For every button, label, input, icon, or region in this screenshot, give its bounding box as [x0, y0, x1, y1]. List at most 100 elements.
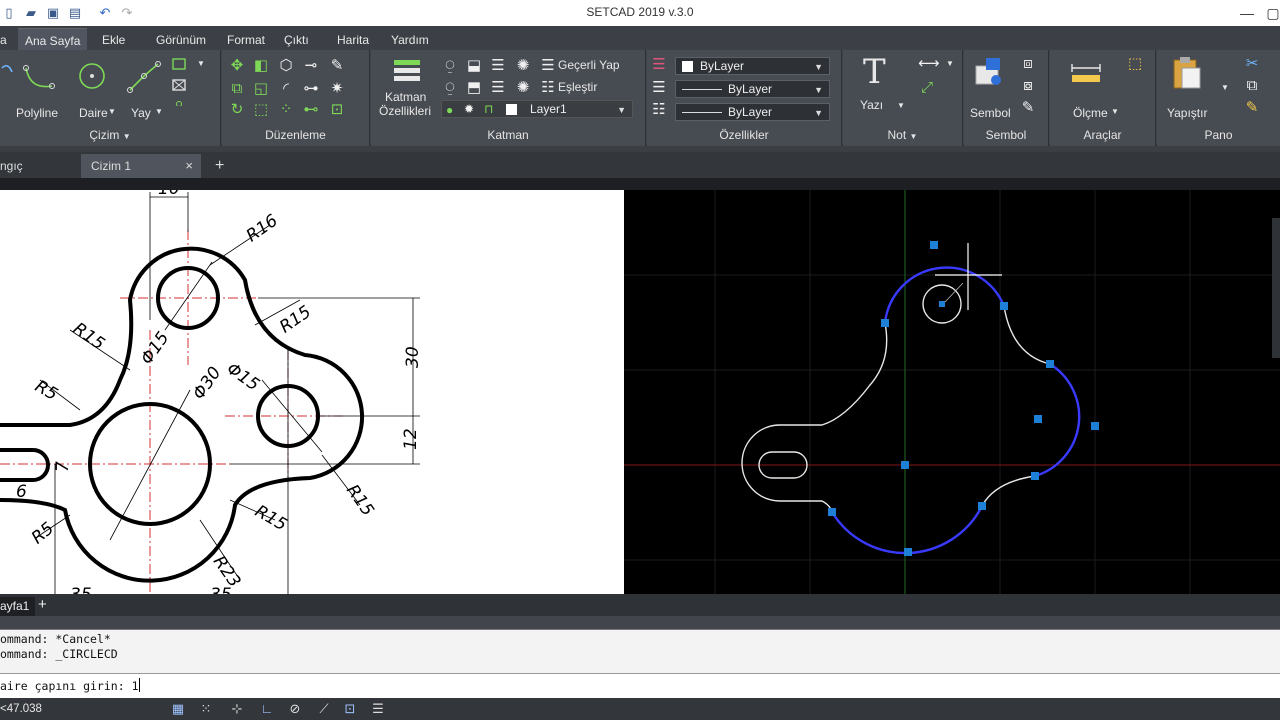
lineweight-dropdown[interactable]: ByLayer ▼ [675, 103, 830, 121]
layer-lock-icon[interactable]: ✺ [514, 80, 532, 96]
join-icon[interactable]: ⊡ [328, 102, 346, 118]
outline-curve[interactable] [981, 475, 1036, 507]
yapistir-button[interactable]: Yapıştır [1167, 106, 1207, 120]
measure-icon[interactable] [1070, 62, 1102, 84]
text-tool-icon[interactable]: T [863, 54, 886, 90]
gecerli-yap-button[interactable]: Geçerli Yap [558, 58, 620, 72]
sembol-button[interactable]: Sembol [970, 106, 1011, 120]
layer-freeze-icon[interactable]: ⬓ [465, 58, 483, 74]
layer-walk-icon[interactable]: ⬒ [465, 80, 483, 96]
stretch-icon[interactable]: ◱ [252, 81, 270, 97]
katman-ozellikleri-label-2[interactable]: Özellikleri [379, 104, 431, 118]
menu-item-ekle[interactable]: Ekle [102, 33, 125, 47]
layer-state-icon[interactable]: ⍜ [441, 58, 459, 74]
eslestir-icon[interactable]: ☷ [539, 80, 557, 96]
infer-icon[interactable]: ⊹ [228, 701, 246, 717]
explode-icon[interactable]: ✷ [328, 81, 346, 97]
add-tab-button[interactable]: + [205, 154, 224, 178]
maximize-icon[interactable]: ▢ [1258, 2, 1280, 24]
panel-title-katman[interactable]: Katman [371, 128, 645, 144]
polyline-button[interactable]: Polyline [16, 106, 58, 120]
rotate-icon[interactable]: ↻ [228, 102, 246, 118]
fillet-icon[interactable]: ◜ [277, 81, 295, 97]
block-insert-icon[interactable] [972, 56, 1006, 90]
copy-clip-icon[interactable]: ⧉ [1243, 78, 1261, 94]
trim-icon[interactable]: ⊸ [302, 58, 320, 74]
dimension-linear-icon[interactable]: ⟷ [918, 56, 940, 72]
daire-button[interactable]: Daire [79, 106, 108, 120]
color-dropdown[interactable]: ByLayer ▼ [675, 57, 830, 75]
drawing-canvas[interactable] [624, 190, 1280, 594]
splitter[interactable] [0, 616, 1280, 630]
outline-curve[interactable] [741, 322, 888, 513]
panel-title-not[interactable]: Not ▼ [843, 128, 962, 144]
panel-title-pano[interactable]: Pano [1157, 128, 1280, 144]
yazi-button[interactable]: Yazı [860, 98, 883, 112]
chevron-down-icon[interactable]: ▼ [155, 107, 163, 116]
add-layout-button[interactable]: + [38, 596, 47, 613]
block-editor-icon[interactable]: ✎ [1019, 100, 1037, 116]
layer-isolate-icon[interactable]: ✺ [514, 58, 532, 74]
layer-merge-icon[interactable]: ☰ [489, 80, 507, 96]
chevron-down-icon[interactable]: ▼ [946, 59, 954, 68]
menu-item-truncated[interactable]: a [0, 33, 7, 47]
panel-title-cizim[interactable]: Çizim ▼ [0, 128, 220, 144]
menu-item-cikti[interactable]: Çıktı [284, 33, 309, 47]
array-icon[interactable]: ⁘ [277, 102, 295, 118]
menu-item-harita[interactable]: Harita [337, 33, 369, 47]
arc-selected[interactable] [883, 266, 1006, 324]
panel-title-araclar[interactable]: Araçlar [1050, 128, 1155, 144]
erase-icon[interactable]: ✎ [328, 58, 346, 74]
menu-item-gorunum[interactable]: Görünüm [156, 33, 206, 47]
leader-icon[interactable]: ⤢ [918, 80, 936, 96]
match-properties-icon[interactable]: ✎ [1243, 100, 1261, 116]
panel-title-duzenleme[interactable]: Düzenleme [222, 128, 369, 144]
model-space[interactable] [624, 190, 1280, 594]
chevron-down-icon[interactable]: ▼ [1111, 107, 1119, 116]
object-snap-icon[interactable]: ⊡ [341, 701, 359, 717]
extend-icon[interactable]: ⊶ [302, 81, 320, 97]
chevron-down-icon[interactable]: ▼ [1221, 83, 1229, 92]
lineweight-toggle-icon[interactable]: ☰ [369, 701, 387, 717]
cut-icon[interactable]: ✂ [1243, 56, 1261, 72]
move-icon[interactable]: ✥ [228, 58, 246, 74]
layer-list-icon[interactable]: ☰ [489, 58, 507, 74]
menu-item-format[interactable]: Format [227, 33, 265, 47]
command-input[interactable]: aire çapını girin: 1 [0, 674, 1280, 698]
snap-icon[interactable]: ⁙ [197, 701, 215, 717]
isodraft-icon[interactable]: ⟋ [315, 701, 333, 717]
yay-button[interactable]: Yay [131, 106, 151, 120]
tab-cizim-1[interactable]: Cizim 1 × [81, 154, 201, 178]
paste-icon[interactable] [1171, 56, 1203, 90]
offset-icon[interactable]: ⬡ [277, 58, 295, 74]
olcme-button[interactable]: Ölçme [1073, 106, 1108, 120]
chevron-down-icon[interactable]: ▼ [108, 107, 116, 116]
menu-item-yardim[interactable]: Yardım [391, 33, 429, 47]
copy-icon[interactable]: ⧉ [228, 81, 246, 97]
eslestir-button[interactable]: Eşleştir [558, 80, 597, 94]
viewport-toolbar[interactable] [1272, 218, 1280, 358]
layer-dropdown[interactable]: ● ✹ ⊓ Layer1 ▼ [441, 100, 633, 118]
tab-start[interactable]: ngıç [0, 154, 80, 178]
panel-title-ozellikler[interactable]: Özellikler [647, 128, 841, 144]
block-attribute-icon[interactable]: ⧇ [1019, 78, 1037, 94]
katman-ozellikleri-label-1[interactable]: Katman [385, 90, 426, 104]
break-icon[interactable]: ⊷ [302, 102, 320, 118]
menu-item-ana-sayfa[interactable]: Ana Sayfa [18, 28, 88, 50]
grid-icon[interactable]: ▦ [169, 701, 187, 717]
ortho-icon[interactable]: ∟ [258, 701, 276, 717]
chevron-down-icon[interactable]: ▼ [897, 101, 905, 110]
outline-curve[interactable] [1003, 305, 1051, 365]
linetype-dropdown[interactable]: ByLayer ▼ [675, 80, 830, 98]
layer-match-icon[interactable]: ⍜ [441, 80, 459, 96]
arc-selected[interactable] [830, 505, 984, 555]
quick-select-icon[interactable]: ⬚ [1126, 56, 1144, 72]
block-create-icon[interactable]: ⧈ [1019, 56, 1037, 72]
panel-title-sembol[interactable]: Sembol [964, 128, 1048, 144]
grips[interactable] [828, 241, 1099, 556]
tab-sayfa1[interactable]: ayfa1 [0, 597, 36, 616]
command-input-value[interactable]: 1 [132, 679, 139, 693]
polar-icon[interactable]: ⊘ [286, 701, 304, 717]
mirror-icon[interactable]: ◧ [252, 58, 270, 74]
close-icon[interactable]: × [185, 154, 193, 178]
